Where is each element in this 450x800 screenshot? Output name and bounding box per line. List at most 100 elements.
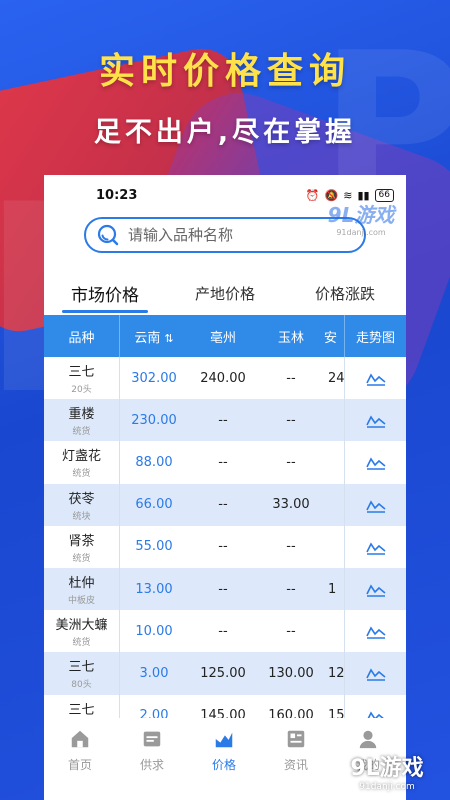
cell-name: 美洲大蠊 统货 <box>44 610 120 653</box>
variety-name: 茯苓 <box>68 491 95 507</box>
cell-bozhou: -- <box>218 497 228 513</box>
header-name: 品种 <box>44 315 120 357</box>
nav-supply[interactable]: 供求 <box>116 728 188 800</box>
variety-spec: 80头 <box>71 680 92 691</box>
cell-name: 三七 80头 <box>44 652 120 695</box>
cell-yulin: 130.00 <box>268 665 314 681</box>
variety-name: 美洲大蠊 <box>55 618 108 634</box>
cell-yulin: -- <box>286 454 296 470</box>
nav-news-label: 资讯 <box>283 758 308 772</box>
watermark-top: 9L游戏 91danji.com <box>316 199 406 237</box>
cell-yunnan: 66.00 <box>135 497 173 513</box>
tab-origin-price[interactable]: 产地价格 <box>166 271 284 315</box>
table-row[interactable]: 三七 80头 3.00 125.00 130.00 12 <box>44 652 406 695</box>
header-yulin[interactable]: 玉林 <box>258 327 324 346</box>
cell-bozhou: -- <box>218 539 228 555</box>
cell-bozhou: 125.00 <box>200 665 246 681</box>
search-input[interactable] <box>128 226 328 244</box>
variety-name: 灯盏花 <box>61 449 101 465</box>
cell-trend[interactable] <box>344 483 406 526</box>
variety-spec: 统货 <box>72 469 91 480</box>
cell-yulin: -- <box>286 581 296 597</box>
nav-news[interactable]: 资讯 <box>260 728 332 800</box>
table-row[interactable]: 肾茶 统货 55.00 -- -- <box>44 525 406 568</box>
variety-name: 杜仲 <box>68 576 95 592</box>
table-body: 三七 20头 302.00 240.00 -- 24 重楼 统货 230.00 -- -- 灯盏花 统货… <box>44 357 406 737</box>
cell-yunnan: 230.00 <box>131 412 177 428</box>
trend-chart-icon[interactable] <box>365 581 386 597</box>
header-bozhou[interactable]: 亳州 <box>188 327 258 346</box>
table-header: 品种 云南 ⇅ 亳州 玉林 安 走势图 <box>44 315 406 357</box>
cell-yulin: 33.00 <box>272 497 310 513</box>
table-row[interactable]: 灯盏花统货 88.00 -- -- <box>44 441 406 484</box>
price-table: 品种 云南 ⇅ 亳州 玉林 安 走势图 三七 20头 302.00 240.00 -- 24… <box>44 315 406 737</box>
trend-chart-icon[interactable] <box>365 370 386 386</box>
variety-spec: 20头 <box>71 385 92 396</box>
cell-name: 肾茶 统货 <box>44 525 120 568</box>
watermark-brand: 9L游戏 <box>327 203 395 227</box>
nav-home[interactable]: 首页 <box>44 728 116 800</box>
variety-spec: 中板皮 <box>67 596 95 607</box>
tab-price-change[interactable]: 价格涨跌 <box>284 271 406 315</box>
cell-bozhou: -- <box>218 623 228 639</box>
cell-yulin: -- <box>286 412 296 428</box>
trend-chart-icon[interactable] <box>365 623 386 639</box>
cell-trend[interactable] <box>344 357 406 400</box>
trend-chart-icon[interactable] <box>365 454 386 471</box>
variety-name: 三七 <box>68 660 95 676</box>
cell-trend[interactable] <box>344 525 406 568</box>
header-yunnan-label: 云南 <box>134 330 161 346</box>
home-icon <box>71 730 89 748</box>
user-icon <box>359 730 377 749</box>
cell-trend[interactable] <box>344 652 406 695</box>
nav-price[interactable]: 价格 <box>188 728 260 800</box>
cell-yunnan: 13.00 <box>135 581 173 597</box>
variety-spec: 统货 <box>72 427 91 438</box>
trend-chart-icon[interactable] <box>365 412 386 428</box>
variety-spec: 统货 <box>72 553 91 564</box>
watermark-url: 91danji.com <box>336 228 386 237</box>
watermark-bottom-brand: 9L游戏 <box>350 756 424 781</box>
price-tabs: 市场价格 产地价格 价格涨跌 <box>44 267 406 315</box>
table-row[interactable]: 杜仲 中板皮 13.00 -- -- 1 <box>44 567 406 611</box>
cell-yunnan: 88.00 <box>135 454 173 470</box>
cell-yunnan: 10.00 <box>135 623 173 639</box>
promo-subline: 足不出户,尽在掌握 <box>93 117 357 148</box>
watermark-bottom: 9L游戏 91danji.com <box>332 750 442 792</box>
status-time: 10:23 <box>96 187 138 203</box>
promo-headline: 实时价格查询 <box>98 51 351 92</box>
variety-name: 三七 <box>68 702 95 718</box>
cell-name: 杜仲 中板皮 <box>44 567 120 611</box>
table-row[interactable]: 茯苓统块 66.00 -- 33.00 <box>44 483 406 526</box>
cell-partial: 12 <box>328 665 344 681</box>
cell-partial: 24 <box>328 370 344 386</box>
cell-bozhou: -- <box>218 454 228 470</box>
table-row[interactable]: 重楼 统货 230.00 -- -- <box>44 399 406 442</box>
cell-trend[interactable] <box>344 399 406 442</box>
cell-name: 灯盏花 统货 <box>44 441 120 484</box>
cell-yunnan: 55.00 <box>135 539 173 555</box>
trend-chart-icon[interactable] <box>365 497 386 513</box>
table-row[interactable]: 三七 20头 302.00 240.00 -- 24 <box>44 357 406 400</box>
search-icon <box>97 224 119 246</box>
price-chart-icon <box>215 732 233 748</box>
cell-trend[interactable] <box>344 567 406 611</box>
trend-chart-icon[interactable] <box>365 539 386 555</box>
table-row[interactable]: 美洲大蠊 统货 10.00 -- -- <box>44 610 406 653</box>
cell-yunnan: 3.00 <box>139 665 169 681</box>
variety-name: 重楼 <box>68 407 95 423</box>
trend-chart-icon[interactable] <box>365 665 386 682</box>
news-icon <box>287 730 305 748</box>
tab-market-price[interactable]: 市场价格 <box>44 271 166 315</box>
variety-spec: 统块 <box>72 511 91 522</box>
cell-yulin: -- <box>286 370 296 386</box>
nav-price-label: 价格 <box>211 758 236 772</box>
header-yunnan[interactable]: 云南 ⇅ <box>120 327 188 346</box>
variety-name: 肾茶 <box>68 533 95 549</box>
variety-spec: 统货 <box>72 638 91 649</box>
header-trend: 走势图 <box>344 315 406 357</box>
cell-trend[interactable] <box>344 441 406 484</box>
cell-yunnan: 302.00 <box>131 370 177 386</box>
cell-trend[interactable] <box>344 610 406 653</box>
nav-supply-label: 供求 <box>139 758 164 772</box>
